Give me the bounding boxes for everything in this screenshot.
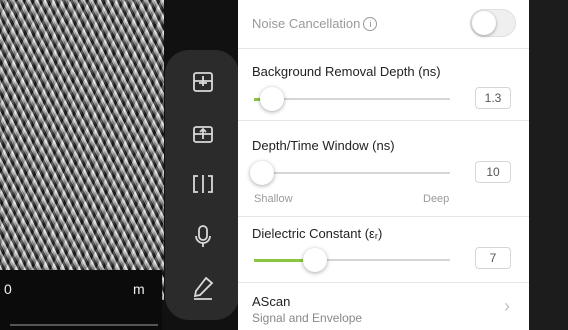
slider-fill: [254, 258, 307, 262]
info-icon[interactable]: i: [363, 17, 378, 31]
dielectric-slider[interactable]: [254, 248, 450, 272]
chevron-right-icon: ›: [504, 296, 510, 316]
toggle-knob: [472, 11, 496, 35]
deep-label: Deep: [423, 193, 450, 205]
background-removal-value[interactable]: 1.3: [475, 87, 511, 109]
tool-bar: [165, 50, 239, 320]
depth-window-label: Depth/Time Window (ns): [252, 138, 395, 153]
depth-window-section: Depth/Time Window (ns) 10 Shallow Deep: [238, 120, 529, 217]
background-edge: [529, 0, 568, 330]
slider-thumb[interactable]: [259, 87, 284, 111]
axis-start-label: 0: [4, 281, 12, 297]
split-view-icon[interactable]: [189, 170, 217, 198]
ascan-row[interactable]: AScan Signal and Envelope ›: [238, 282, 529, 330]
axis-line: [10, 324, 158, 326]
axis-unit-label: m: [133, 281, 145, 297]
pen-icon[interactable]: [189, 274, 217, 302]
noise-cancellation-row: Noise Cancellation i: [238, 0, 529, 49]
dielectric-section: Dielectric Constant (εᵣ) 7: [238, 216, 529, 283]
depth-window-value[interactable]: 10: [475, 161, 511, 183]
export-icon[interactable]: [189, 120, 217, 148]
background-removal-label: Background Removal Depth (ns): [252, 64, 441, 79]
background-removal-section: Background Removal Depth (ns) 1.3: [238, 48, 529, 121]
ascan-subtitle: Signal and Envelope: [252, 311, 363, 325]
slider-thumb[interactable]: [250, 161, 274, 185]
dielectric-label: Dielectric Constant (εᵣ): [252, 226, 383, 241]
add-scan-icon[interactable]: [189, 68, 217, 96]
ascan-title: AScan: [252, 294, 291, 309]
radar-scan-view[interactable]: [0, 0, 164, 300]
microphone-icon[interactable]: [189, 222, 217, 250]
slider-thumb[interactable]: [302, 248, 327, 272]
noise-cancellation-toggle[interactable]: [470, 9, 516, 37]
depth-window-slider[interactable]: [250, 161, 450, 185]
background-removal-slider[interactable]: [254, 87, 450, 111]
distance-axis: 0 m: [0, 270, 162, 330]
dielectric-value[interactable]: 7: [475, 247, 511, 269]
noise-cancellation-label: Noise Cancellation i: [252, 16, 378, 31]
shallow-label: Shallow: [254, 193, 293, 205]
settings-panel: Noise Cancellation i Background Removal D…: [238, 0, 529, 330]
